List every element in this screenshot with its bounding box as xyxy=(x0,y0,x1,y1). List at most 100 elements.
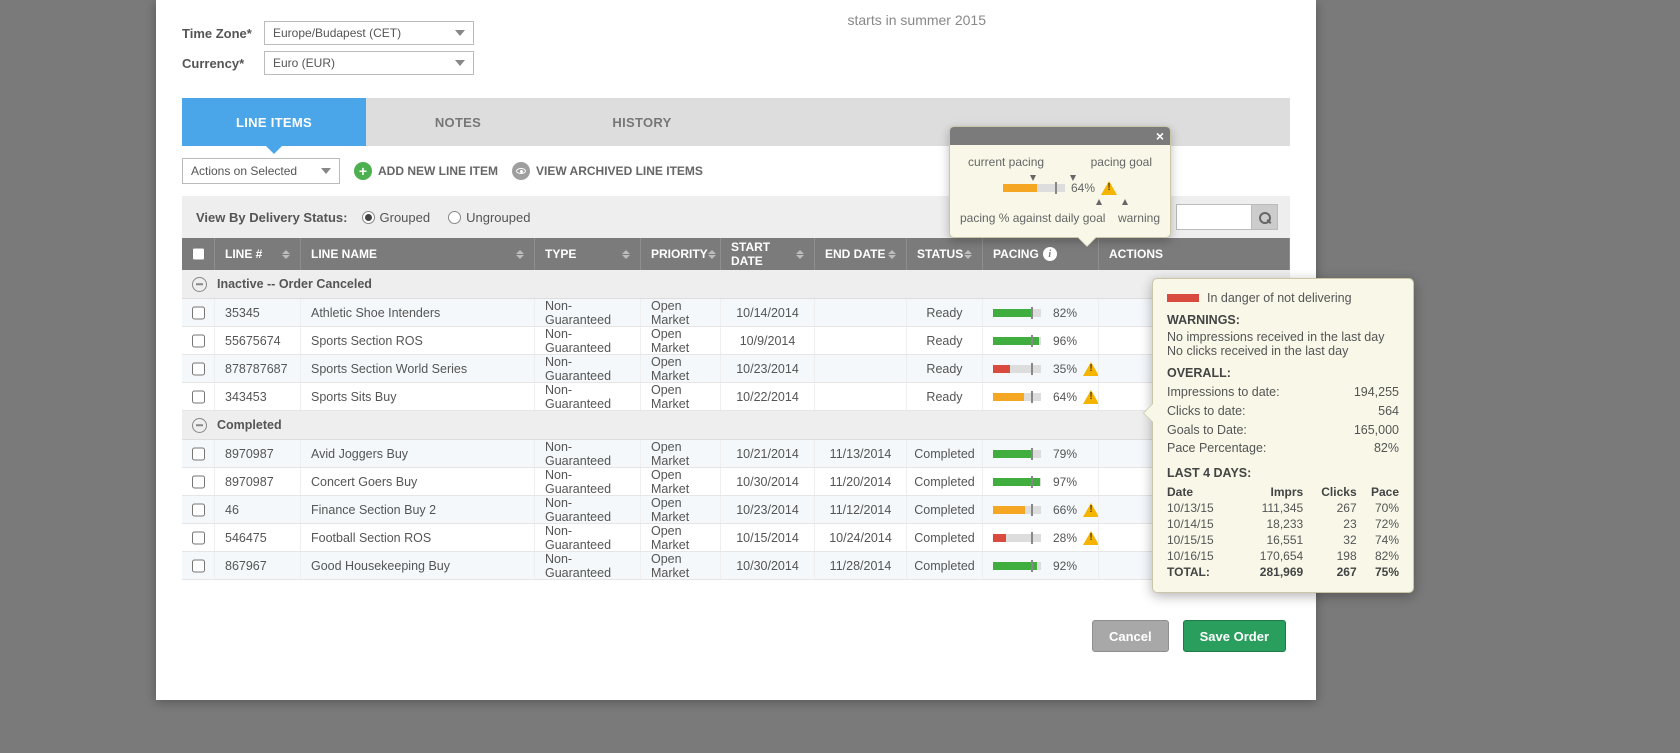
warning-line: No impressions received in the last day xyxy=(1167,330,1399,344)
table-row[interactable]: 8970987Concert Goers BuyNon-GuaranteedOp… xyxy=(182,468,1290,496)
col-priority[interactable]: PRIORITY xyxy=(641,238,721,270)
eye-icon xyxy=(512,162,530,180)
cell-type: Non-Guaranteed xyxy=(535,468,641,495)
table-row[interactable]: 878787687Sports Section World SeriesNon-… xyxy=(182,355,1290,383)
group-row[interactable]: Inactive -- Order Canceled xyxy=(182,270,1290,299)
warning-line: No clicks received in the last day xyxy=(1167,344,1399,358)
cell-start: 10/22/2014 xyxy=(721,383,815,410)
table-row[interactable]: 343453Sports Sits BuyNon-GuaranteedOpen … xyxy=(182,383,1290,411)
radio-grouped-label: Grouped xyxy=(380,210,431,225)
warning-icon xyxy=(1083,362,1099,376)
sort-icon xyxy=(888,250,896,259)
cell-end xyxy=(815,327,907,354)
row-checkbox[interactable] xyxy=(192,475,205,489)
cell-end xyxy=(815,355,907,382)
pacing-pct: 97% xyxy=(1047,475,1077,489)
last4-header: LAST 4 DAYS: xyxy=(1167,466,1399,480)
row-checkbox[interactable] xyxy=(192,306,205,320)
arrow-up-icon xyxy=(1096,199,1102,205)
row-checkbox[interactable] xyxy=(192,531,205,545)
cell-start: 10/9/2014 xyxy=(721,327,815,354)
col-line[interactable]: LINE # xyxy=(215,238,301,270)
row-checkbox[interactable] xyxy=(192,390,205,404)
pacing-pct: 82% xyxy=(1047,306,1077,320)
info-icon[interactable]: i xyxy=(1043,247,1057,261)
col-status[interactable]: STATUS xyxy=(907,238,983,270)
group-title: Completed xyxy=(217,418,282,432)
collapse-icon[interactable] xyxy=(192,277,207,292)
pacing-pct: 92% xyxy=(1047,559,1077,573)
save-order-button[interactable]: Save Order xyxy=(1183,620,1286,652)
mini-th: Clicks xyxy=(1303,484,1356,500)
cell-name: Athletic Shoe Intenders xyxy=(301,299,535,326)
warning-icon xyxy=(1101,181,1117,195)
cell-name: Sports Sits Buy xyxy=(301,383,535,410)
cell-end: 10/24/2014 xyxy=(815,524,907,551)
row-checkbox[interactable] xyxy=(192,447,205,461)
pacing-bar xyxy=(993,450,1041,458)
row-checkbox[interactable] xyxy=(192,503,205,517)
cell-start: 10/14/2014 xyxy=(721,299,815,326)
col-end[interactable]: END DATE xyxy=(815,238,907,270)
legend-pacing-goal: pacing goal xyxy=(1091,155,1152,169)
cell-pacing: 92% xyxy=(983,552,1099,579)
radio-ungrouped[interactable] xyxy=(448,211,461,224)
table-row[interactable]: 546475Football Section ROSNon-Guaranteed… xyxy=(182,524,1290,552)
cell-start: 10/23/2014 xyxy=(721,496,815,523)
mini-th: Imprs xyxy=(1238,484,1304,500)
cell-pacing: 35% xyxy=(983,355,1099,382)
table-row[interactable]: 8970987Avid Joggers BuyNon-GuaranteedOpe… xyxy=(182,440,1290,468)
arrow-up-icon xyxy=(1122,199,1128,205)
collapse-icon[interactable] xyxy=(192,418,207,433)
tab-history[interactable]: HISTORY xyxy=(550,98,734,146)
radio-ungrouped-label: Ungrouped xyxy=(466,210,530,225)
close-icon[interactable]: × xyxy=(1156,128,1164,144)
caret-down-icon xyxy=(455,30,465,36)
search-input[interactable] xyxy=(1176,204,1252,230)
cancel-button[interactable]: Cancel xyxy=(1092,620,1169,652)
cell-type: Non-Guaranteed xyxy=(535,524,641,551)
caret-down-icon xyxy=(321,168,331,174)
danger-swatch xyxy=(1167,294,1199,302)
mini-row: 10/16/15170,65419882% xyxy=(1167,548,1399,564)
pacing-legend-popover: × current pacing pacing goal 64% pacing … xyxy=(949,126,1171,238)
table-row[interactable]: 867967Good Housekeeping BuyNon-Guarantee… xyxy=(182,552,1290,580)
row-checkbox[interactable] xyxy=(192,362,205,376)
table-row[interactable]: 55675674Sports Section ROSNon-Guaranteed… xyxy=(182,327,1290,355)
col-type[interactable]: TYPE xyxy=(535,238,641,270)
cell-priority: Open Market xyxy=(641,383,721,410)
add-new-line-item-button[interactable]: + ADD NEW LINE ITEM xyxy=(354,162,498,180)
search-button[interactable] xyxy=(1252,204,1278,230)
cell-line: 55675674 xyxy=(215,327,301,354)
warning-icon xyxy=(1083,390,1099,404)
table-row[interactable]: 35345Athletic Shoe IntendersNon-Guarante… xyxy=(182,299,1290,327)
currency-select[interactable]: Euro (EUR) xyxy=(264,51,474,75)
col-start[interactable]: START DATE xyxy=(721,238,815,270)
tab-notes[interactable]: NOTES xyxy=(366,98,550,146)
cell-line: 878787687 xyxy=(215,355,301,382)
row-checkbox[interactable] xyxy=(192,559,205,573)
search-wrap xyxy=(1176,204,1278,230)
select-all-checkbox[interactable] xyxy=(192,247,205,261)
radio-grouped[interactable] xyxy=(362,211,375,224)
cell-status: Completed xyxy=(907,468,983,495)
actions-on-selected[interactable]: Actions on Selected xyxy=(182,158,340,184)
group-row[interactable]: Completed xyxy=(182,411,1290,440)
cell-start: 10/23/2014 xyxy=(721,355,815,382)
cell-status: Ready xyxy=(907,299,983,326)
view-archived-button[interactable]: VIEW ARCHIVED LINE ITEMS xyxy=(512,162,703,180)
pacing-pct: 79% xyxy=(1047,447,1077,461)
row-checkbox[interactable] xyxy=(192,334,205,348)
cell-priority: Open Market xyxy=(641,440,721,467)
cell-start: 10/15/2014 xyxy=(721,524,815,551)
mini-row: 10/14/1518,2332372% xyxy=(1167,516,1399,532)
table-row[interactable]: 46Finance Section Buy 2Non-GuaranteedOpe… xyxy=(182,496,1290,524)
tab-line-items[interactable]: LINE ITEMS xyxy=(182,98,366,146)
pacing-bar xyxy=(993,393,1041,401)
add-new-label: ADD NEW LINE ITEM xyxy=(378,164,498,178)
cell-start: 10/30/2014 xyxy=(721,468,815,495)
cell-priority: Open Market xyxy=(641,355,721,382)
cell-name: Good Housekeeping Buy xyxy=(301,552,535,579)
timezone-select[interactable]: Europe/Budapest (CET) xyxy=(264,21,474,45)
col-name[interactable]: LINE NAME xyxy=(301,238,535,270)
